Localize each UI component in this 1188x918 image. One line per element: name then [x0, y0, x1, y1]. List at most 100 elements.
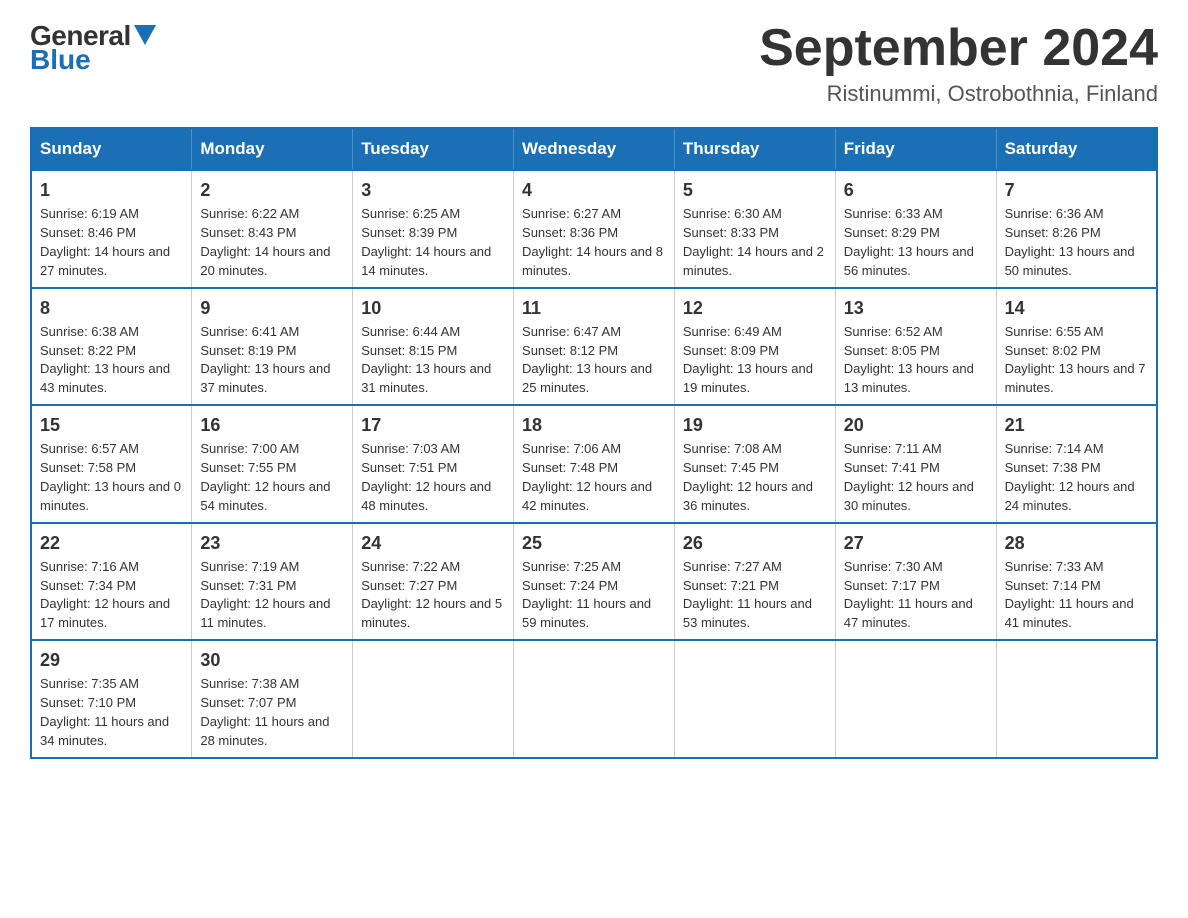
calendar-day-cell: 30Sunrise: 7:38 AMSunset: 7:07 PMDayligh… [192, 640, 353, 757]
day-number: 22 [40, 530, 183, 556]
calendar-day-cell: 3Sunrise: 6:25 AMSunset: 8:39 PMDaylight… [353, 170, 514, 287]
day-number: 16 [200, 412, 344, 438]
day-info: Sunrise: 6:55 AMSunset: 8:02 PMDaylight:… [1005, 323, 1148, 398]
calendar-day-cell: 5Sunrise: 6:30 AMSunset: 8:33 PMDaylight… [674, 170, 835, 287]
calendar-day-cell: 6Sunrise: 6:33 AMSunset: 8:29 PMDaylight… [835, 170, 996, 287]
day-number: 6 [844, 177, 988, 203]
day-info: Sunrise: 7:11 AMSunset: 7:41 PMDaylight:… [844, 440, 988, 515]
day-info: Sunrise: 6:30 AMSunset: 8:33 PMDaylight:… [683, 205, 827, 280]
day-number: 11 [522, 295, 666, 321]
day-info: Sunrise: 7:00 AMSunset: 7:55 PMDaylight:… [200, 440, 344, 515]
day-info: Sunrise: 6:44 AMSunset: 8:15 PMDaylight:… [361, 323, 505, 398]
day-info: Sunrise: 7:38 AMSunset: 7:07 PMDaylight:… [200, 675, 344, 750]
calendar-day-cell: 25Sunrise: 7:25 AMSunset: 7:24 PMDayligh… [514, 523, 675, 640]
calendar-week-row: 22Sunrise: 7:16 AMSunset: 7:34 PMDayligh… [31, 523, 1157, 640]
day-number: 14 [1005, 295, 1148, 321]
calendar-day-cell: 22Sunrise: 7:16 AMSunset: 7:34 PMDayligh… [31, 523, 192, 640]
month-title: September 2024 [759, 20, 1158, 77]
day-info: Sunrise: 6:19 AMSunset: 8:46 PMDaylight:… [40, 205, 183, 280]
title-block: September 2024 Ristinummi, Ostrobothnia,… [759, 20, 1158, 107]
day-number: 20 [844, 412, 988, 438]
calendar-day-cell: 20Sunrise: 7:11 AMSunset: 7:41 PMDayligh… [835, 405, 996, 522]
calendar-week-row: 1Sunrise: 6:19 AMSunset: 8:46 PMDaylight… [31, 170, 1157, 287]
day-info: Sunrise: 6:49 AMSunset: 8:09 PMDaylight:… [683, 323, 827, 398]
calendar-day-cell: 23Sunrise: 7:19 AMSunset: 7:31 PMDayligh… [192, 523, 353, 640]
logo-blue-text: Blue [30, 44, 91, 76]
day-info: Sunrise: 6:47 AMSunset: 8:12 PMDaylight:… [522, 323, 666, 398]
weekday-header-friday: Friday [835, 128, 996, 170]
day-info: Sunrise: 6:33 AMSunset: 8:29 PMDaylight:… [844, 205, 988, 280]
location-title: Ristinummi, Ostrobothnia, Finland [759, 81, 1158, 107]
calendar-day-cell: 9Sunrise: 6:41 AMSunset: 8:19 PMDaylight… [192, 288, 353, 405]
day-number: 29 [40, 647, 183, 673]
logo-triangle-icon [134, 25, 156, 45]
day-number: 21 [1005, 412, 1148, 438]
weekday-header-thursday: Thursday [674, 128, 835, 170]
day-number: 12 [683, 295, 827, 321]
calendar-week-row: 29Sunrise: 7:35 AMSunset: 7:10 PMDayligh… [31, 640, 1157, 757]
calendar-day-cell: 17Sunrise: 7:03 AMSunset: 7:51 PMDayligh… [353, 405, 514, 522]
day-number: 18 [522, 412, 666, 438]
calendar-day-cell: 11Sunrise: 6:47 AMSunset: 8:12 PMDayligh… [514, 288, 675, 405]
calendar-day-cell: 28Sunrise: 7:33 AMSunset: 7:14 PMDayligh… [996, 523, 1157, 640]
day-number: 26 [683, 530, 827, 556]
calendar-header-row: SundayMondayTuesdayWednesdayThursdayFrid… [31, 128, 1157, 170]
calendar-day-cell: 2Sunrise: 6:22 AMSunset: 8:43 PMDaylight… [192, 170, 353, 287]
calendar-day-cell: 19Sunrise: 7:08 AMSunset: 7:45 PMDayligh… [674, 405, 835, 522]
day-number: 10 [361, 295, 505, 321]
day-number: 27 [844, 530, 988, 556]
weekday-header-monday: Monday [192, 128, 353, 170]
day-number: 28 [1005, 530, 1148, 556]
calendar-day-cell: 15Sunrise: 6:57 AMSunset: 7:58 PMDayligh… [31, 405, 192, 522]
day-number: 23 [200, 530, 344, 556]
calendar-week-row: 8Sunrise: 6:38 AMSunset: 8:22 PMDaylight… [31, 288, 1157, 405]
day-number: 19 [683, 412, 827, 438]
day-number: 8 [40, 295, 183, 321]
day-info: Sunrise: 7:30 AMSunset: 7:17 PMDaylight:… [844, 558, 988, 633]
day-number: 25 [522, 530, 666, 556]
calendar-day-cell: 21Sunrise: 7:14 AMSunset: 7:38 PMDayligh… [996, 405, 1157, 522]
day-number: 4 [522, 177, 666, 203]
day-info: Sunrise: 7:03 AMSunset: 7:51 PMDaylight:… [361, 440, 505, 515]
calendar-day-cell: 24Sunrise: 7:22 AMSunset: 7:27 PMDayligh… [353, 523, 514, 640]
day-info: Sunrise: 6:38 AMSunset: 8:22 PMDaylight:… [40, 323, 183, 398]
day-info: Sunrise: 7:06 AMSunset: 7:48 PMDaylight:… [522, 440, 666, 515]
day-number: 15 [40, 412, 183, 438]
weekday-header-wednesday: Wednesday [514, 128, 675, 170]
calendar-day-cell: 16Sunrise: 7:00 AMSunset: 7:55 PMDayligh… [192, 405, 353, 522]
day-info: Sunrise: 7:16 AMSunset: 7:34 PMDaylight:… [40, 558, 183, 633]
day-number: 30 [200, 647, 344, 673]
calendar-day-cell: 18Sunrise: 7:06 AMSunset: 7:48 PMDayligh… [514, 405, 675, 522]
day-info: Sunrise: 6:36 AMSunset: 8:26 PMDaylight:… [1005, 205, 1148, 280]
day-number: 3 [361, 177, 505, 203]
calendar-day-cell: 14Sunrise: 6:55 AMSunset: 8:02 PMDayligh… [996, 288, 1157, 405]
calendar-day-cell: 1Sunrise: 6:19 AMSunset: 8:46 PMDaylight… [31, 170, 192, 287]
logo: General Blue [30, 20, 156, 76]
day-info: Sunrise: 6:52 AMSunset: 8:05 PMDaylight:… [844, 323, 988, 398]
day-number: 13 [844, 295, 988, 321]
day-info: Sunrise: 6:57 AMSunset: 7:58 PMDaylight:… [40, 440, 183, 515]
day-info: Sunrise: 7:25 AMSunset: 7:24 PMDaylight:… [522, 558, 666, 633]
calendar-day-cell [353, 640, 514, 757]
day-info: Sunrise: 6:25 AMSunset: 8:39 PMDaylight:… [361, 205, 505, 280]
calendar-day-cell [514, 640, 675, 757]
day-number: 9 [200, 295, 344, 321]
calendar-day-cell: 27Sunrise: 7:30 AMSunset: 7:17 PMDayligh… [835, 523, 996, 640]
calendar-day-cell: 12Sunrise: 6:49 AMSunset: 8:09 PMDayligh… [674, 288, 835, 405]
day-number: 17 [361, 412, 505, 438]
day-info: Sunrise: 7:19 AMSunset: 7:31 PMDaylight:… [200, 558, 344, 633]
day-info: Sunrise: 7:22 AMSunset: 7:27 PMDaylight:… [361, 558, 505, 633]
weekday-header-sunday: Sunday [31, 128, 192, 170]
day-number: 7 [1005, 177, 1148, 203]
day-number: 1 [40, 177, 183, 203]
day-info: Sunrise: 7:14 AMSunset: 7:38 PMDaylight:… [1005, 440, 1148, 515]
calendar-day-cell: 10Sunrise: 6:44 AMSunset: 8:15 PMDayligh… [353, 288, 514, 405]
day-info: Sunrise: 6:27 AMSunset: 8:36 PMDaylight:… [522, 205, 666, 280]
calendar-day-cell: 8Sunrise: 6:38 AMSunset: 8:22 PMDaylight… [31, 288, 192, 405]
day-info: Sunrise: 7:35 AMSunset: 7:10 PMDaylight:… [40, 675, 183, 750]
day-number: 24 [361, 530, 505, 556]
calendar-day-cell: 4Sunrise: 6:27 AMSunset: 8:36 PMDaylight… [514, 170, 675, 287]
weekday-header-saturday: Saturday [996, 128, 1157, 170]
calendar-day-cell: 7Sunrise: 6:36 AMSunset: 8:26 PMDaylight… [996, 170, 1157, 287]
day-info: Sunrise: 7:33 AMSunset: 7:14 PMDaylight:… [1005, 558, 1148, 633]
